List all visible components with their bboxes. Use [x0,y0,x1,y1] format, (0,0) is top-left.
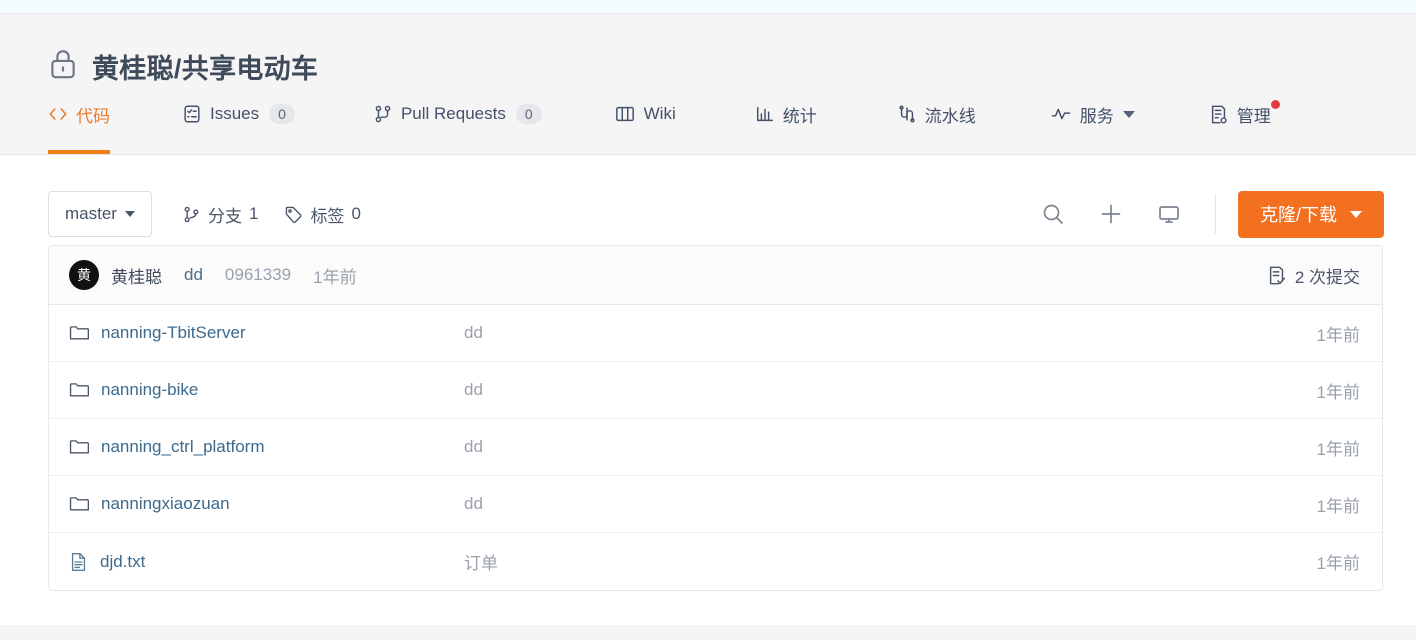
commit-time: 1年前 [313,267,357,287]
lock-icon [48,47,78,86]
file-name-cell[interactable]: nanning_ctrl_platform [69,437,464,457]
repo-header: 黄桂聪/共享电动车 代码 Issues 0 Pull Requests 0 Wi… [0,14,1416,155]
folder-icon [69,324,89,342]
tab-wiki[interactable]: Wiki [614,92,676,154]
branch-selector-label: master [65,204,117,223]
repo-nav: 代码 Issues 0 Pull Requests 0 Wiki 统计 流水线 … [0,92,1416,154]
tag-icon [284,205,303,224]
top-accent-strip [0,0,1416,14]
file-commit-message[interactable]: dd [464,323,1317,343]
tags-label: 标签 [310,206,345,226]
active-tab-underline [48,150,110,154]
branches-link[interactable]: 分支 1 [182,202,258,227]
branches-count: 1 [248,204,259,223]
table-row[interactable]: djd.txt 订单 1年前 [49,533,1382,590]
file-name[interactable]: djd.txt [100,552,145,572]
table-row[interactable]: nanning-TbitServer dd 1年前 [49,305,1382,362]
commit-count-link[interactable]: 2 次提交 [1267,263,1360,288]
branches-label: 分支 [207,206,242,226]
file-commit-time: 1年前 [1316,554,1360,573]
file-name[interactable]: nanning-TbitServer [101,323,246,343]
tab-service-label: 服务 [1079,106,1114,126]
pull-requests-count-badge: 0 [515,104,542,124]
repo-title-row: 黄桂聪/共享电动车 [0,14,1416,92]
file-name-cell[interactable]: djd.txt [69,552,464,572]
folder-icon [69,438,89,456]
tab-code-label: 代码 [76,106,110,126]
page-title: 黄桂聪/共享电动车 [92,54,319,84]
file-name-cell[interactable]: nanning-TbitServer [69,323,464,343]
table-row[interactable]: nanning_ctrl_platform dd 1年前 [49,419,1382,476]
issues-count-badge: 0 [269,104,295,124]
service-icon [1050,104,1072,124]
tab-service[interactable]: 服务 [1050,92,1135,154]
tab-issues-label: Issues [210,104,260,123]
file-commit-time: 1年前 [1316,382,1360,402]
commit-count-label: 2 次提交 [1294,267,1360,287]
tags-count: 0 [351,204,361,223]
table-row[interactable]: nanningxiaozuan dd 1年前 [49,476,1382,533]
pipeline-icon [897,104,917,124]
latest-commit-bar: 黄 黄桂聪 dd 0961339 1年前 2 次提交 [49,246,1382,305]
clone-download-label: 克隆/下载 [1259,205,1337,225]
manage-notification-dot [1270,100,1280,109]
file-commit-message[interactable]: dd [464,380,1317,400]
chevron-down-icon [1122,110,1135,118]
file-name[interactable]: nanning-bike [101,380,198,400]
clone-download-button[interactable]: 克隆/下载 [1237,190,1384,238]
tab-code[interactable]: 代码 [48,92,110,154]
tab-issues[interactable]: Issues 0 [182,92,295,154]
file-icon [69,552,88,572]
commit-message[interactable]: dd [184,265,203,285]
plus-icon[interactable] [1091,194,1131,234]
stats-icon [755,104,775,124]
file-name[interactable]: nanning_ctrl_platform [101,437,264,457]
chevron-down-icon [124,211,135,217]
toolbar-divider [1214,194,1216,234]
code-icon [48,104,68,124]
file-commit-time: 1年前 [1316,325,1360,345]
tab-pull-requests-label: Pull Requests [400,104,506,123]
manage-icon [1209,104,1229,125]
search-icon[interactable] [1033,194,1073,234]
monitor-icon[interactable] [1149,194,1189,234]
repo-content: master 分支 1 标签 0 克隆/下载 黄 黄桂聪 dd 0961339 … [0,155,1416,625]
file-name[interactable]: nanningxiaozuan [101,494,230,514]
table-row[interactable]: nanning-bike dd 1年前 [49,362,1382,419]
commit-history-icon [1267,265,1287,286]
wiki-icon [614,104,636,124]
tab-wiki-label: Wiki [643,104,676,123]
file-commit-time: 1年前 [1316,496,1360,516]
file-commit-message[interactable]: dd [464,437,1317,457]
tags-link[interactable]: 标签 0 [284,202,361,227]
tab-stats-label: 统计 [782,106,817,126]
pull-request-icon [373,104,393,124]
file-commit-message[interactable]: 订单 [464,549,1317,574]
folder-icon [69,495,89,513]
file-commit-message[interactable]: dd [464,494,1317,514]
issues-icon [182,104,202,124]
avatar[interactable]: 黄 [69,260,99,290]
tab-stats[interactable]: 统计 [755,92,817,154]
folder-icon [69,381,89,399]
file-commit-time: 1年前 [1316,439,1360,459]
chevron-down-icon [1350,210,1362,218]
file-browser-card: 黄 黄桂聪 dd 0961339 1年前 2 次提交 nanning-TbitS… [48,245,1383,591]
repo-toolbar: master 分支 1 标签 0 克隆/下载 [32,155,1384,245]
commit-sha[interactable]: 0961339 [225,265,291,285]
tab-manage-label: 管理 [1236,106,1271,126]
tab-pipeline[interactable]: 流水线 [897,92,976,154]
commit-author[interactable]: 黄桂聪 [111,263,162,288]
file-name-cell[interactable]: nanning-bike [69,380,464,400]
tab-pull-requests[interactable]: Pull Requests 0 [373,92,542,154]
tab-manage[interactable]: 管理 [1209,92,1280,154]
branch-selector[interactable]: master [48,191,152,237]
branch-icon [182,205,201,224]
file-name-cell[interactable]: nanningxiaozuan [69,494,464,514]
tab-pipeline-label: 流水线 [924,106,976,126]
